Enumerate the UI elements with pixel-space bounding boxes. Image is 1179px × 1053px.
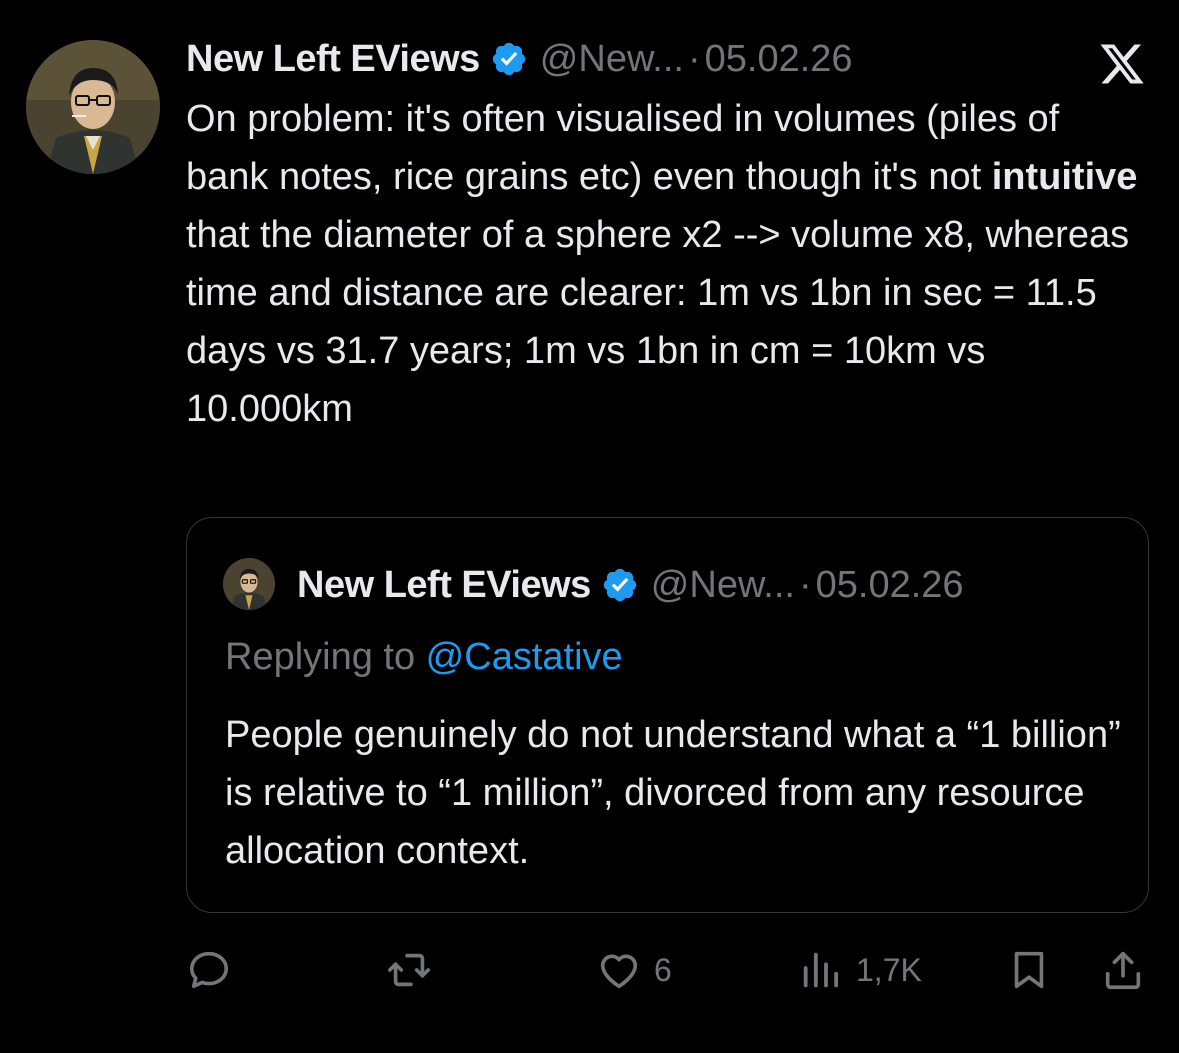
author-handle[interactable]: @New...: [540, 38, 684, 81]
quoted-author-avatar: [223, 558, 275, 610]
quoted-tweet-text: People genuinely do not understand what …: [225, 714, 1121, 872]
author-name[interactable]: New Left EViews: [186, 38, 480, 81]
retweet-icon: [388, 953, 430, 987]
reply-button[interactable]: [186, 940, 232, 1000]
views-count: 1,7K: [856, 951, 922, 988]
tweet-text: On problem: it's often visualised in vol…: [186, 90, 1146, 438]
quoted-tweet-header: New Left EViews @New... · 05.02.26: [297, 560, 964, 610]
quoted-tweet-date: 05.02.26: [815, 563, 964, 606]
share-button[interactable]: [1100, 940, 1146, 1000]
verified-badge-icon: [601, 566, 639, 604]
tweet-header: New Left EViews @New... · 05.02.26: [186, 34, 853, 84]
replying-mention-link[interactable]: @Castative: [426, 636, 623, 678]
x-logo-icon: [1096, 40, 1148, 88]
author-avatar[interactable]: [26, 40, 160, 174]
tweet-text-part: On problem: it's often visualised in vol…: [186, 98, 1060, 198]
bookmark-icon: [1014, 951, 1044, 989]
tweet-text-part: that the diameter of a sphere x2 --> vol…: [186, 214, 1130, 430]
replying-to: Replying to @Castative: [225, 636, 623, 679]
tweet-text-bold: intuitive: [991, 156, 1138, 198]
heart-icon: [600, 954, 638, 989]
quoted-author-handle: @New...: [650, 563, 795, 606]
quoted-tweet[interactable]: New Left EViews @New... · 05.02.26 Reply…: [186, 517, 1149, 913]
retweet-button[interactable]: [386, 940, 432, 1000]
separator-dot: ·: [798, 563, 812, 606]
views-icon: [803, 952, 839, 988]
verified-badge-icon: [490, 40, 528, 78]
like-count: 6: [654, 951, 672, 988]
replying-label: Replying to: [225, 636, 426, 678]
share-icon: [1105, 951, 1141, 990]
bookmark-button[interactable]: [1006, 940, 1052, 1000]
separator-dot: ·: [687, 37, 701, 80]
quoted-author-name: New Left EViews: [297, 563, 591, 606]
action-bar: 6 1,7K: [0, 940, 1179, 1000]
like-button[interactable]: 6: [596, 940, 672, 1000]
tweet-date[interactable]: 05.02.26: [705, 38, 853, 81]
views-button[interactable]: 1,7K: [798, 940, 922, 1000]
reply-icon: [189, 951, 229, 989]
